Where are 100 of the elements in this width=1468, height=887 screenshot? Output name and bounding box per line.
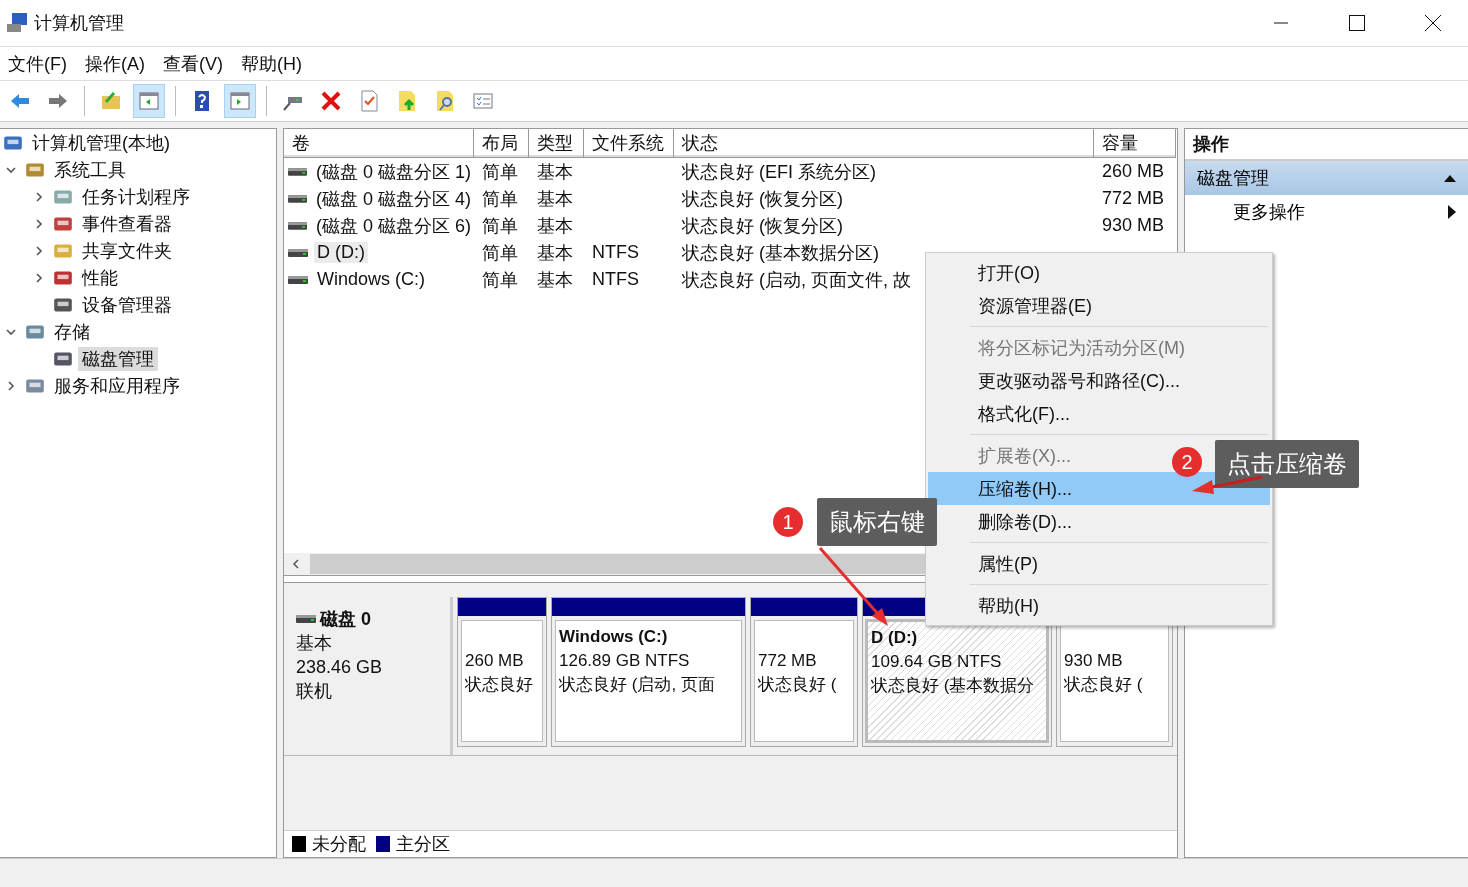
- table-cell: 260 MB: [1102, 161, 1165, 182]
- chevron-right-icon[interactable]: [33, 190, 45, 203]
- checklist-icon[interactable]: [472, 90, 494, 112]
- partition-info: 930 MB: [1064, 651, 1123, 670]
- annotation-arrow: [1192, 475, 1263, 494]
- tree-item[interactable]: 计算机管理(本地): [28, 130, 174, 155]
- actions-item[interactable]: 更多操作: [1185, 195, 1468, 229]
- tree-item[interactable]: 存储: [50, 319, 94, 344]
- partition-block[interactable]: 772 MB 状态良好 (: [754, 620, 854, 742]
- window-title: 计算机管理: [34, 12, 125, 35]
- table-cell-text: 状态良好 (启动, 页面文件, 故: [682, 268, 911, 292]
- table-cell-text: 状态良好 (恢复分区): [682, 187, 843, 211]
- legend-label: 未分配: [312, 833, 366, 856]
- table-cell[interactable]: D (D:): [314, 242, 368, 263]
- menu-item[interactable]: 文件(F): [2, 51, 79, 76]
- table-cell-text: 基本: [537, 214, 573, 238]
- partition-title: Windows (C:): [559, 626, 669, 648]
- annotation-tooltip: 鼠标右键: [817, 498, 937, 546]
- context-menu-item[interactable]: 资源管理器(E): [978, 289, 1098, 322]
- column-header[interactable]: 容量: [1094, 129, 1176, 158]
- tree-item[interactable]: 服务和应用程序: [50, 373, 184, 398]
- table-cell-text: 状态良好 (基本数据分区): [682, 241, 879, 265]
- partition-block[interactable]: D (D:) 109.64 GB NTFS 状态良好 (基本数据分: [865, 619, 1049, 743]
- partition-info: 状态良好 (启动, 页面: [559, 675, 715, 694]
- context-menu-item[interactable]: 打开(O): [978, 256, 1046, 289]
- tree-item[interactable]: 任务计划程序: [78, 184, 194, 209]
- partition-info: 126.89 GB NTFS: [559, 651, 690, 670]
- document-up-arrow-icon[interactable]: [396, 90, 418, 112]
- partition-block[interactable]: Windows (C:) 126.89 GB NTFS 状态良好 (启动, 页面: [555, 620, 742, 742]
- context-menu-item[interactable]: 格式化(F)...: [978, 397, 1076, 430]
- tree-item[interactable]: 磁盘管理: [78, 346, 158, 371]
- drive-icon: [288, 275, 308, 284]
- disk-size: 238.46 GB: [296, 656, 384, 679]
- table-cell[interactable]: Windows (C:): [314, 269, 428, 290]
- table-cell-text: 状态良好 (恢复分区): [682, 214, 843, 238]
- tree-item[interactable]: 事件查看器: [78, 211, 176, 236]
- tree-item[interactable]: 设备管理器: [78, 292, 176, 317]
- menu-item[interactable]: 帮助(H): [235, 51, 314, 76]
- partition-info: 状态良好 (基本数据分: [871, 676, 1035, 695]
- table-cell[interactable]: (磁盘 0 磁盘分区 1): [313, 159, 474, 184]
- partition-info: 状态良好: [465, 675, 533, 694]
- partition-block[interactable]: 260 MB 状态良好: [461, 620, 543, 742]
- folder-icon[interactable]: [100, 90, 122, 112]
- annotation-tooltip: 点击压缩卷: [1215, 440, 1359, 488]
- toolbar-button[interactable]: [133, 84, 165, 118]
- table-cell[interactable]: (磁盘 0 磁盘分区 4): [313, 186, 474, 211]
- table-cell-text: 简单: [482, 214, 518, 238]
- partition-info: 状态良好 (: [1064, 675, 1143, 694]
- context-menu-item[interactable]: 删除卷(D)...: [978, 505, 1078, 538]
- window-icon[interactable]: [229, 90, 251, 112]
- delete-icon[interactable]: [320, 90, 342, 112]
- chevron-right-icon[interactable]: [33, 271, 45, 284]
- window-icon[interactable]: [138, 90, 160, 112]
- chevron-right-icon[interactable]: [33, 244, 45, 257]
- column-header[interactable]: 布局: [474, 129, 529, 158]
- chevron-right-icon[interactable]: [5, 379, 17, 392]
- table-cell-text: 基本: [537, 241, 573, 265]
- drive-icon: [288, 194, 307, 203]
- actions-title: 操作: [1193, 133, 1229, 156]
- table-cell[interactable]: (磁盘 0 磁盘分区 6): [313, 213, 474, 238]
- table-cell-text: 简单: [482, 160, 518, 184]
- chevron-right-icon[interactable]: [33, 217, 45, 230]
- column-header[interactable]: 文件系统: [584, 129, 674, 158]
- partition-info: 260 MB: [465, 651, 524, 670]
- table-cell-text: 基本: [537, 268, 573, 292]
- menu-item[interactable]: 操作(A): [79, 51, 157, 76]
- table-cell-text: 基本: [537, 160, 573, 184]
- table-cell-text: 简单: [482, 268, 518, 292]
- tree-item[interactable]: 系统工具: [50, 157, 130, 182]
- drive-icon: [288, 221, 307, 230]
- legend-label: 主分区: [396, 833, 450, 856]
- search-icon[interactable]: [434, 90, 456, 112]
- column-header[interactable]: 状态: [674, 129, 1094, 158]
- drive-icon: [296, 615, 316, 623]
- table-cell-text: 简单: [482, 187, 518, 211]
- maximize-icon[interactable]: [1349, 15, 1365, 31]
- drive-icon: [288, 167, 307, 176]
- partition-info: 109.64 GB NTFS: [871, 652, 1002, 671]
- close-icon[interactable]: [1425, 15, 1441, 31]
- context-menu-item[interactable]: 属性(P): [978, 547, 1044, 580]
- table-cell: NTFS: [592, 269, 639, 290]
- toolbar-button[interactable]: [224, 84, 256, 118]
- column-header[interactable]: 卷: [284, 129, 474, 158]
- table-cell: 930 MB: [1102, 215, 1165, 236]
- column-header[interactable]: 类型: [529, 129, 584, 158]
- table-cell: NTFS: [592, 242, 639, 263]
- partition-info: 772 MB: [758, 651, 817, 670]
- disk-name: 磁盘 0: [320, 608, 371, 631]
- tree-item[interactable]: 共享文件夹: [78, 238, 176, 263]
- table-cell-text: 基本: [537, 187, 573, 211]
- context-menu-item[interactable]: 更改驱动器号和路径(C)...: [978, 364, 1186, 397]
- menu-item[interactable]: 查看(V): [157, 51, 235, 76]
- context-menu-item[interactable]: 帮助(H): [978, 589, 1045, 622]
- tree-item[interactable]: 性能: [78, 265, 122, 290]
- checked-document-icon[interactable]: [358, 90, 380, 112]
- actions-section[interactable]: 磁盘管理: [1185, 161, 1468, 195]
- table-cell-text: 状态良好 (EFI 系统分区): [682, 160, 876, 184]
- table-cell-text: 简单: [482, 241, 518, 265]
- submenu-arrow-icon: [1448, 205, 1456, 219]
- disk-type: 基本: [296, 632, 333, 655]
